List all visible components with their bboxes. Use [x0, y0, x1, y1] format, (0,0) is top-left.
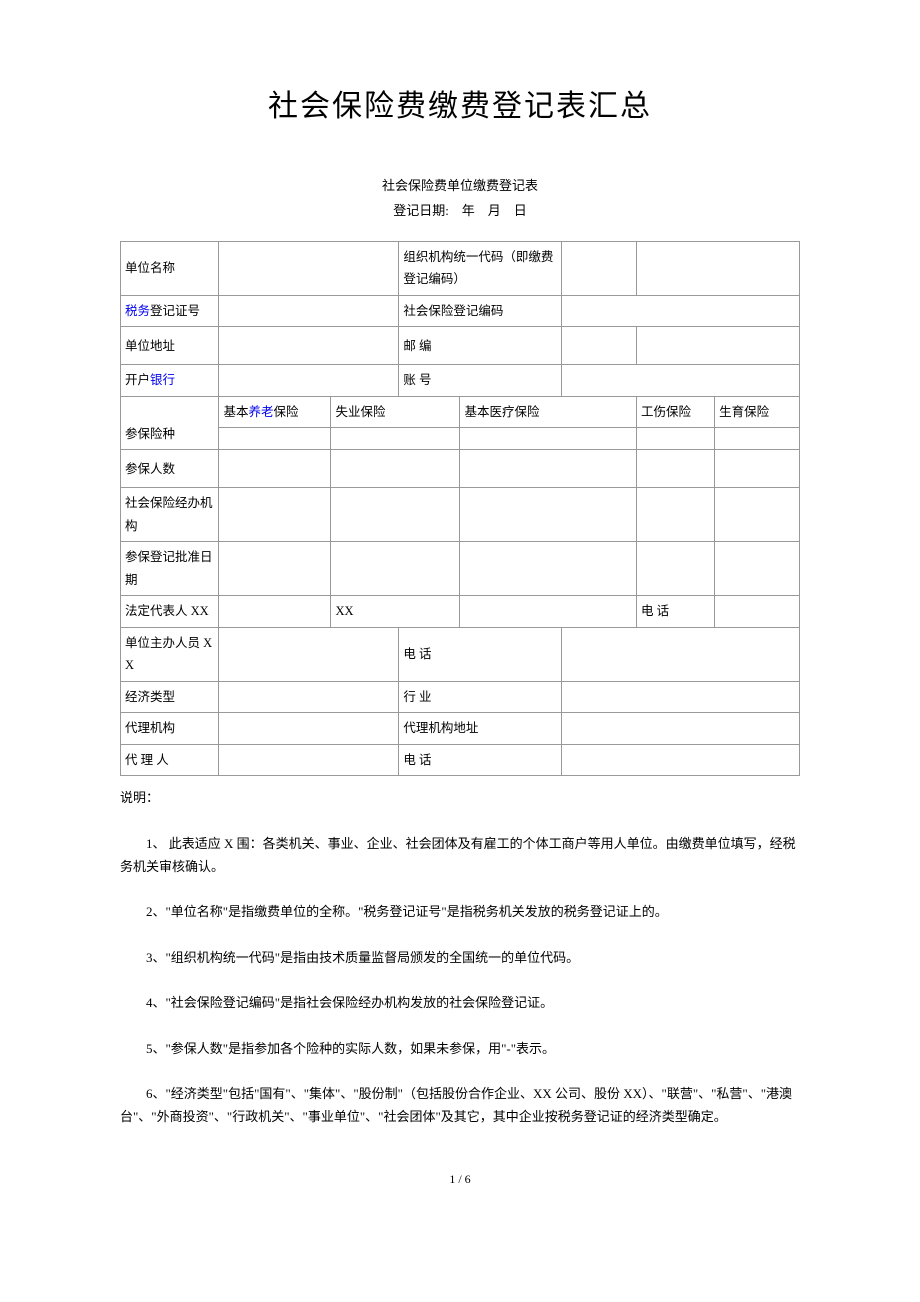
field-unemp-count	[331, 450, 460, 488]
field-agency-3	[460, 488, 637, 542]
header-birth: 生育保险	[715, 396, 800, 428]
label-tax-reg: 税务登记证号	[121, 295, 219, 327]
tax-link[interactable]: 税务	[125, 304, 150, 318]
field-industry	[562, 681, 800, 713]
bank-link[interactable]: 银行	[150, 373, 175, 387]
note-5: 5、"参保人数"是指参加各个险种的实际人数，如果未参保，用"-"表示。	[120, 1037, 800, 1060]
header-medical: 基本医疗保险	[460, 396, 637, 428]
label-account: 账 号	[399, 365, 562, 397]
field-legal-tel	[715, 596, 800, 628]
field-pension-type	[219, 428, 331, 450]
label-proxy-org: 代理机构	[121, 713, 219, 745]
label-org-code: 组织机构统一代码（即缴费登记编码）	[399, 241, 562, 295]
field-agency-2	[331, 488, 460, 542]
notes-section: 说明： 1、 此表适应 X 围：各类机关、事业、企业、社会团体及有雇工的个体工商…	[120, 786, 800, 1129]
field-med-type	[460, 428, 637, 450]
label-contact: 单位主办人员 XX	[121, 627, 219, 681]
label-postcode: 邮 编	[399, 327, 562, 365]
register-date-line: 登记日期: 年 月 日	[120, 199, 800, 222]
field-postcode-2	[637, 327, 800, 365]
label-industry: 行 业	[399, 681, 562, 713]
label-unit-addr: 单位地址	[121, 327, 219, 365]
field-tax-reg	[219, 295, 399, 327]
field-account	[562, 365, 800, 397]
label-legal-tel: 电 话	[637, 596, 715, 628]
field-agency-5	[715, 488, 800, 542]
label-xx: XX	[331, 596, 460, 628]
field-approve-2	[331, 542, 460, 596]
field-econ-type	[219, 681, 399, 713]
label-legal-rep: 法定代表人 XX	[121, 596, 219, 628]
label-approve-date: 参保登记批准日期	[121, 542, 219, 596]
label-unit-name: 单位名称	[121, 241, 219, 295]
note-4: 4、"社会保险登记编码"是指社会保险经办机构发放的社会保险登记证。	[120, 991, 800, 1014]
field-unit-addr	[219, 327, 399, 365]
field-unit-name	[219, 241, 399, 295]
form-subtitle: 社会保险费单位缴费登记表	[120, 174, 800, 197]
field-agency-4	[637, 488, 715, 542]
label-econ-type: 经济类型	[121, 681, 219, 713]
label-agency: 社会保险经办机构	[121, 488, 219, 542]
label-contact-tel: 电 话	[399, 627, 562, 681]
pension-link[interactable]: 养老	[248, 405, 273, 419]
field-unemp-type	[331, 428, 460, 450]
field-injury-count	[637, 450, 715, 488]
note-1: 1、 此表适应 X 围：各类机关、事业、企业、社会团体及有雇工的个体工商户等用人…	[120, 832, 800, 879]
field-postcode-1	[562, 327, 637, 365]
header-injury: 工伤保险	[637, 396, 715, 428]
field-med-count	[460, 450, 637, 488]
note-3: 3、"组织机构统一代码"是指由技术质量监督局颁发的全国统一的单位代码。	[120, 946, 800, 969]
label-proxy-tel: 电 话	[399, 744, 562, 776]
field-legal-2	[460, 596, 637, 628]
field-contact	[219, 627, 399, 681]
field-social-reg	[562, 295, 800, 327]
field-proxy-addr	[562, 713, 800, 745]
field-injury-type	[637, 428, 715, 450]
notes-head: 说明：	[120, 786, 800, 809]
field-proxy-person	[219, 744, 399, 776]
field-org-code-2	[637, 241, 800, 295]
field-org-code-1	[562, 241, 637, 295]
field-pension-count	[219, 450, 331, 488]
page-title: 社会保险费缴费登记表汇总	[120, 80, 800, 134]
page-number: 1 / 6	[120, 1169, 800, 1191]
field-birth-type	[715, 428, 800, 450]
label-ins-count: 参保人数	[121, 450, 219, 488]
field-agency-1	[219, 488, 331, 542]
field-birth-count	[715, 450, 800, 488]
label-proxy-person: 代 理 人	[121, 744, 219, 776]
note-6: 6、"经济类型"包括"国有"、"集体"、"股份制"（包括股份合作企业、XX 公司…	[120, 1082, 800, 1129]
field-approve-3	[460, 542, 637, 596]
label-proxy-addr: 代理机构地址	[399, 713, 562, 745]
label-bank: 开户银行	[121, 365, 219, 397]
header-unemployment: 失业保险	[331, 396, 460, 428]
label-ins-type: 参保险种	[121, 396, 219, 450]
field-approve-5	[715, 542, 800, 596]
field-proxy-tel	[562, 744, 800, 776]
header-pension: 基本养老保险	[219, 396, 331, 428]
field-bank	[219, 365, 399, 397]
field-approve-4	[637, 542, 715, 596]
field-contact-tel	[562, 627, 800, 681]
field-approve-1	[219, 542, 331, 596]
label-social-reg: 社会保险登记编码	[399, 295, 562, 327]
note-2: 2、"单位名称"是指缴费单位的全称。"税务登记证号"是指税务机关发放的税务登记证…	[120, 900, 800, 923]
field-proxy-org	[219, 713, 399, 745]
registration-table: 单位名称 组织机构统一代码（即缴费登记编码） 税务登记证号 社会保险登记编码 单…	[120, 241, 800, 777]
field-legal-1	[219, 596, 331, 628]
